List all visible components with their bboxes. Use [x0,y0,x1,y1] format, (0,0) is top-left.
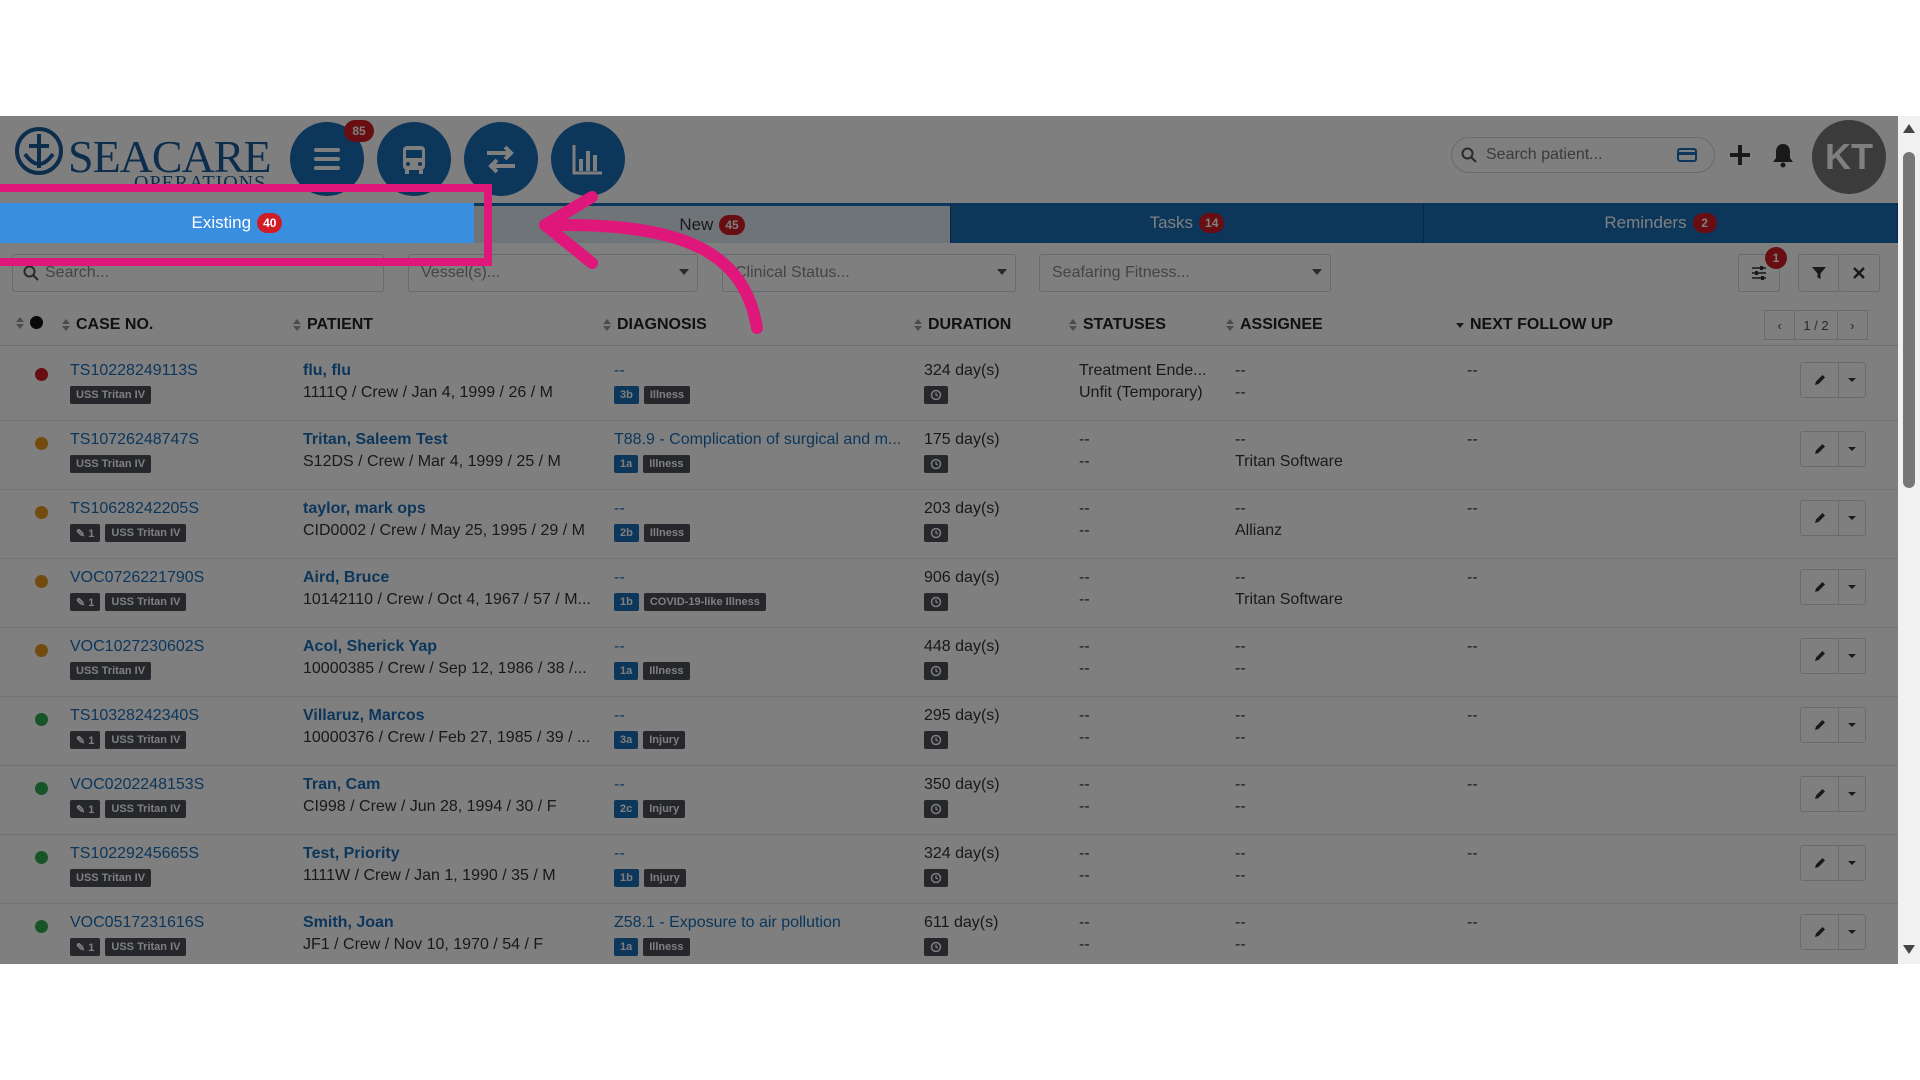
tutorial-highlight-frame [0,184,492,266]
vertical-scrollbar[interactable] [1898,116,1920,964]
scrollbar-thumb[interactable] [1903,152,1915,488]
scroll-up-arrow-icon[interactable] [1903,124,1915,133]
app-viewport: SEACARE OPERATIONS 85 [0,116,1920,964]
scroll-down-arrow-icon[interactable] [1903,945,1915,954]
